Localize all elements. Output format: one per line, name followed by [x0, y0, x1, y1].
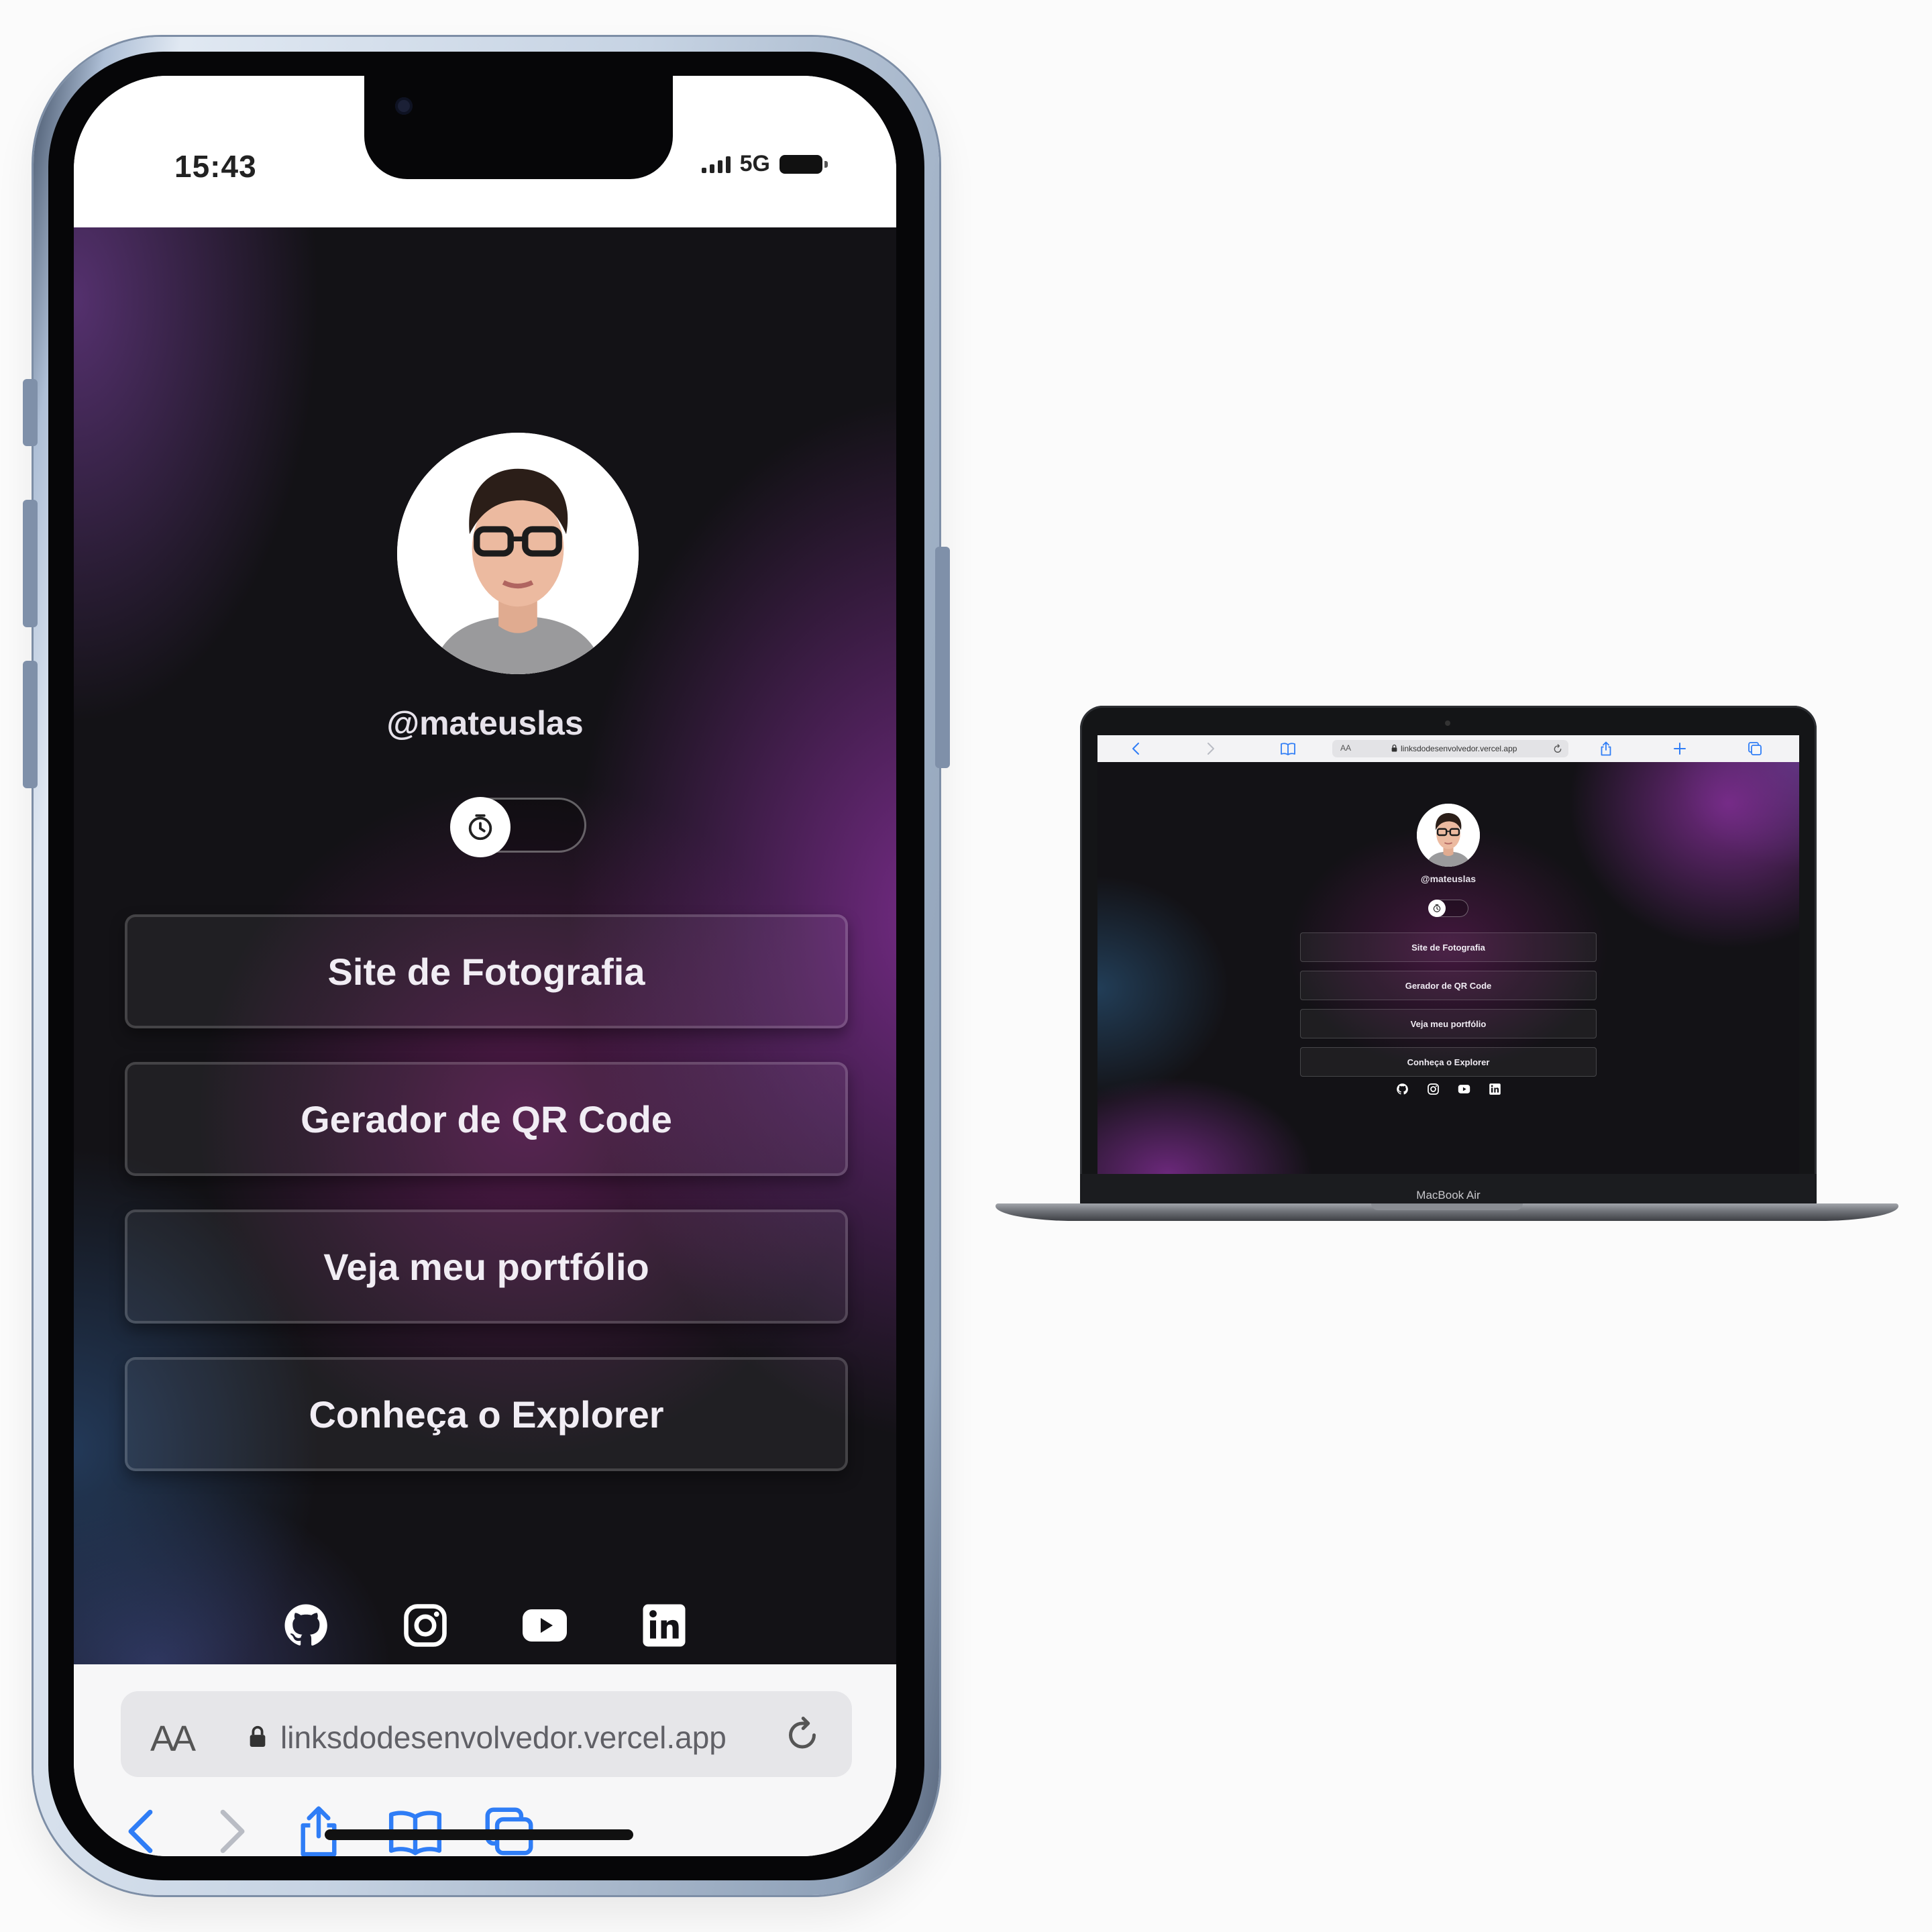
reload-icon[interactable] — [1552, 743, 1563, 755]
text-size-button[interactable]: AA — [1340, 743, 1351, 753]
avatar — [1417, 804, 1480, 867]
forward-icon[interactable] — [201, 1803, 259, 1856]
model-label: MacBook Air — [1416, 1189, 1481, 1201]
github-icon[interactable] — [282, 1601, 330, 1650]
volume-down-button — [23, 661, 38, 788]
status-indicators: 5G — [701, 151, 828, 177]
address-bar[interactable]: AA linksdodesenvolvedor.vercel.app — [121, 1691, 852, 1777]
link-button-portfolio[interactable]: Veja meu portfólio — [125, 1210, 848, 1324]
username: @mateuslas — [386, 704, 584, 742]
link-button-gerador-qr-code[interactable]: Gerador de QR Code — [1300, 971, 1597, 1000]
social-links — [1097, 1083, 1799, 1095]
status-time: 15:43 — [174, 149, 257, 184]
profile-photo-icon — [1417, 804, 1480, 867]
links-page-desktop: @mateuslas Site de Fotografia Gerador de… — [1097, 762, 1799, 1174]
url-text[interactable]: linksdodesenvolvedor.vercel.app — [1401, 744, 1517, 753]
home-indicator — [325, 1829, 633, 1840]
reload-icon[interactable] — [782, 1711, 822, 1756]
link-button-gerador-qr-code[interactable]: Gerador de QR Code — [125, 1062, 848, 1176]
theme-toggle[interactable] — [450, 797, 586, 857]
link-button-site-de-fotografia[interactable]: Site de Fotografia — [1300, 932, 1597, 962]
instagram-icon[interactable] — [1427, 1083, 1440, 1095]
link-list: Site de Fotografia Gerador de QR Code Ve… — [125, 914, 848, 1505]
laptop-base — [996, 1203, 1898, 1221]
linkedin-icon[interactable] — [1489, 1083, 1501, 1095]
silent-switch — [23, 379, 38, 446]
link-button-explorer[interactable]: Conheça o Explorer — [1300, 1047, 1597, 1077]
power-button — [935, 547, 950, 768]
github-icon[interactable] — [1396, 1083, 1409, 1095]
lock-icon — [248, 1725, 267, 1748]
iphone-mockup: 15:43 5G @mateuslas Site de Fotografia G… — [23, 37, 950, 1895]
url-text[interactable]: linksdodesenvolvedor.vercel.app — [280, 1719, 727, 1756]
tabs-icon[interactable] — [1747, 741, 1763, 757]
signal-icon — [701, 156, 731, 173]
battery-icon — [780, 154, 828, 174]
instagram-icon[interactable] — [401, 1601, 449, 1650]
link-button-explorer[interactable]: Conheça o Explorer — [125, 1357, 848, 1471]
back-icon[interactable] — [1128, 741, 1144, 757]
back-icon[interactable] — [114, 1803, 172, 1856]
clock-icon — [1432, 904, 1442, 913]
theme-toggle[interactable] — [1428, 900, 1468, 917]
linkedin-icon[interactable] — [640, 1601, 688, 1650]
avatar — [397, 433, 639, 674]
forward-icon[interactable] — [1202, 741, 1218, 757]
toggle-knob[interactable] — [450, 797, 511, 857]
share-icon[interactable] — [1598, 741, 1614, 757]
safari-top-toolbar: AA linksdodesenvolvedor.vercel.app — [1097, 735, 1799, 762]
address-bar[interactable]: AA linksdodesenvolvedor.vercel.app — [1332, 740, 1568, 757]
laptop-screen: AA linksdodesenvolvedor.vercel.app @mate… — [1097, 735, 1799, 1174]
safari-bottom-bar: AA linksdodesenvolvedor.vercel.app — [74, 1664, 896, 1856]
sidebar-icon[interactable] — [1280, 741, 1296, 757]
youtube-icon[interactable] — [1458, 1083, 1470, 1095]
laptop-opening-notch — [1371, 1203, 1523, 1210]
link-button-portfolio[interactable]: Veja meu portfólio — [1300, 1009, 1597, 1038]
front-camera-icon — [395, 97, 413, 115]
text-size-button[interactable]: AA — [150, 1718, 196, 1760]
laptop-chin: MacBook Air — [1080, 1174, 1817, 1206]
laptop-camera — [1445, 720, 1450, 726]
username: @mateuslas — [1420, 873, 1477, 884]
profile-photo-icon — [397, 433, 639, 674]
status-bar: 15:43 5G — [74, 76, 896, 227]
clock-icon — [465, 812, 496, 843]
links-page: @mateuslas Site de Fotografia Gerador de… — [74, 227, 896, 1664]
social-links — [74, 1601, 896, 1650]
notch — [364, 76, 673, 179]
new-tab-icon[interactable] — [1672, 741, 1688, 757]
lock-icon — [1391, 744, 1397, 752]
volume-up-button — [23, 500, 38, 627]
macbook-mockup: AA linksdodesenvolvedor.vercel.app @mate… — [1080, 706, 1817, 1206]
youtube-icon[interactable] — [521, 1601, 569, 1650]
toggle-knob[interactable] — [1428, 900, 1446, 917]
link-list: Site de Fotografia Gerador de QR Code Ve… — [1300, 932, 1597, 1085]
link-button-site-de-fotografia[interactable]: Site de Fotografia — [125, 914, 848, 1028]
network-label: 5G — [739, 151, 770, 176]
phone-screen: 15:43 5G @mateuslas Site de Fotografia G… — [74, 76, 896, 1856]
